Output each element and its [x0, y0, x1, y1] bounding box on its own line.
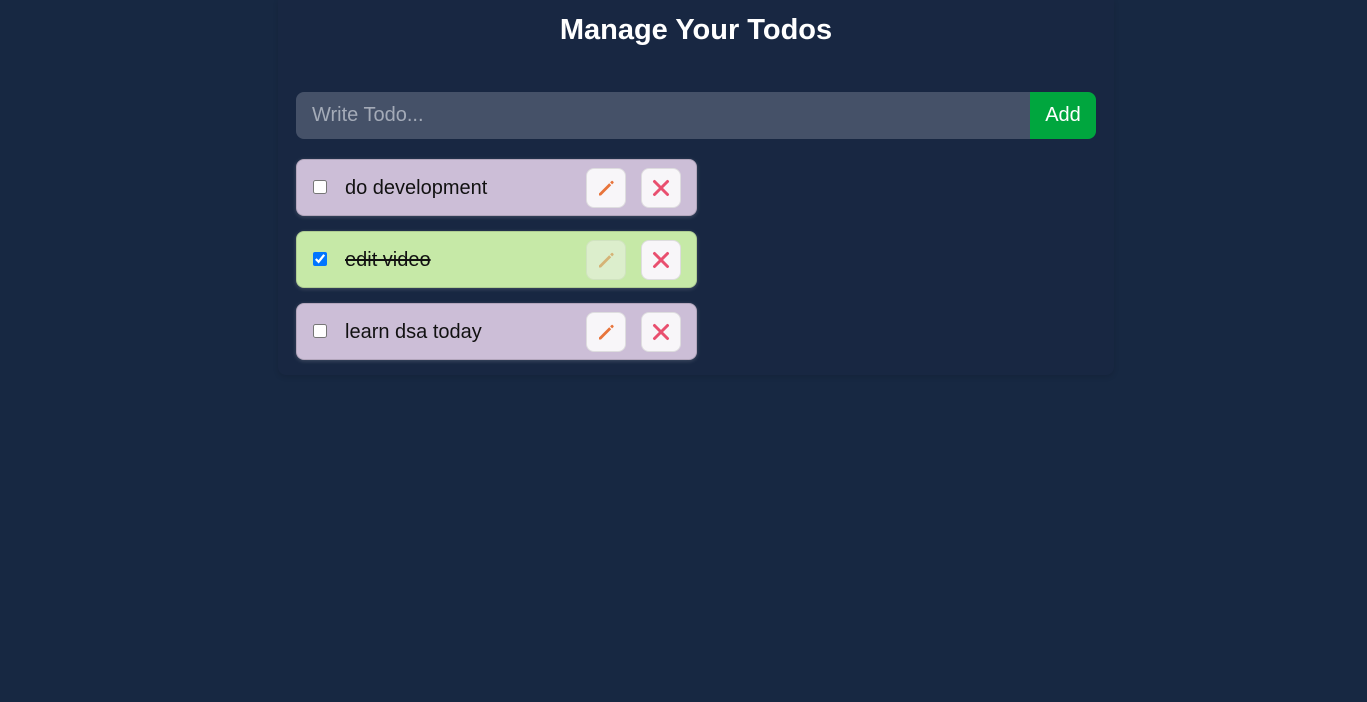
todo-panel: Manage Your Todos Add do development — [278, 0, 1114, 375]
add-button[interactable]: Add — [1030, 92, 1096, 139]
todo-text: do development — [345, 177, 488, 199]
todo-text: learn dsa today — [345, 321, 482, 343]
delete-button[interactable] — [641, 240, 681, 280]
todo-form: Add — [296, 92, 1096, 139]
close-icon — [651, 322, 671, 342]
todo-list: do development edit video learn dsa toda… — [296, 159, 697, 375]
delete-button[interactable] — [641, 312, 681, 352]
todo-item: do development — [296, 159, 697, 216]
delete-button[interactable] — [641, 168, 681, 208]
close-icon — [651, 250, 671, 270]
todo-checkbox[interactable] — [313, 252, 327, 266]
close-icon — [651, 178, 671, 198]
edit-button[interactable] — [586, 312, 626, 352]
pencil-icon — [596, 322, 616, 342]
todo-item: edit video — [296, 231, 697, 288]
todo-text: edit video — [345, 249, 431, 271]
todo-checkbox[interactable] — [313, 180, 327, 194]
pencil-icon — [596, 250, 616, 270]
edit-button[interactable] — [586, 240, 626, 280]
edit-button[interactable] — [586, 168, 626, 208]
pencil-icon — [596, 178, 616, 198]
todo-item: learn dsa today — [296, 303, 697, 360]
todo-checkbox[interactable] — [313, 324, 327, 338]
todo-input[interactable] — [296, 92, 1030, 139]
page-title: Manage Your Todos — [559, 14, 833, 46]
